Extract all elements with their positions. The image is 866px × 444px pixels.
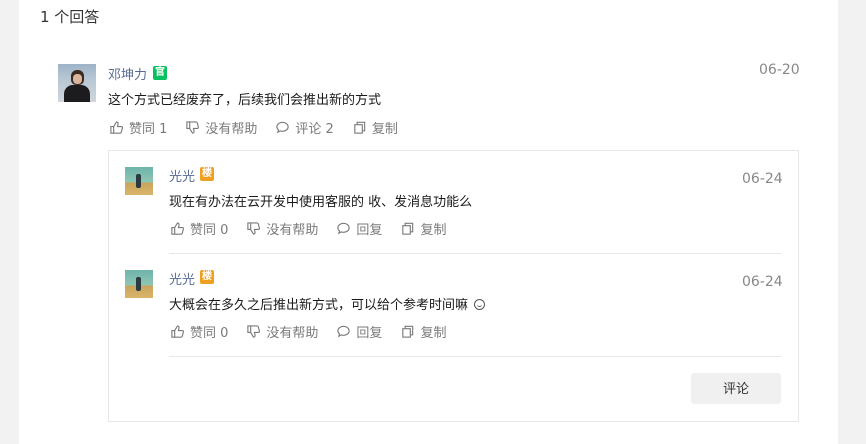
reply-actions: 赞同 0 没有帮助 回复 复制 [170,322,464,341]
thumbs-up-icon [170,221,185,236]
answer-actions: 赞同 1 没有帮助 评论 2 复制 [109,118,416,137]
unhelpful-button[interactable]: 没有帮助 [246,322,318,341]
thumbs-up-icon [109,120,124,135]
copy-button[interactable]: 复制 [400,219,446,238]
answer-date: 06-20 [759,62,800,78]
copy-button[interactable]: 复制 [352,118,398,137]
unhelpful-button[interactable]: 没有帮助 [185,118,257,137]
divider [169,356,781,357]
op-badge: 楼 [200,167,214,181]
thumbs-down-icon [246,324,261,339]
like-button[interactable]: 赞同 0 [170,322,228,341]
comment-icon [336,324,351,339]
reply-author-name[interactable]: 光光 [169,269,195,288]
reply-actions: 赞同 0 没有帮助 回复 复制 [170,219,464,238]
divider [169,253,781,254]
comment-button[interactable]: 评论 [691,373,781,404]
like-button[interactable]: 赞同 0 [170,219,228,238]
thumbs-down-icon [185,120,200,135]
answer-content: 这个方式已经废弃了，后续我们会推出新的方式 [108,93,382,108]
avatar[interactable] [125,167,153,195]
like-button[interactable]: 赞同 1 [109,118,167,137]
reply-content: 大概会在多久之后推出新方式，可以给个参考时间嘛 [169,294,486,313]
copy-icon [400,221,415,236]
thumbs-up-icon [170,324,185,339]
reply-button[interactable]: 回复 [336,219,382,238]
reply-content: 现在有办法在云开发中使用客服的 收、发消息功能么 [169,195,473,210]
thumbs-down-icon [246,221,261,236]
reply-author-name[interactable]: 光光 [169,166,195,185]
reply-button[interactable]: 回复 [336,322,382,341]
copy-icon [352,120,367,135]
answer-author-name[interactable]: 邓坤力 [108,64,147,83]
comment-icon [275,120,290,135]
comment-icon [336,221,351,236]
copy-icon [400,324,415,339]
smile-emoji-icon [474,299,486,310]
op-badge: 楼 [200,270,214,284]
comments-button[interactable]: 评论 2 [275,118,334,137]
reply-date: 06-24 [742,171,783,187]
answers-count: 1 个回答 [40,8,100,26]
copy-button[interactable]: 复制 [400,322,446,341]
unhelpful-button[interactable]: 没有帮助 [246,219,318,238]
avatar[interactable] [125,270,153,298]
official-badge: 官 [153,66,167,80]
reply-date: 06-24 [742,274,783,290]
avatar[interactable] [58,64,96,102]
